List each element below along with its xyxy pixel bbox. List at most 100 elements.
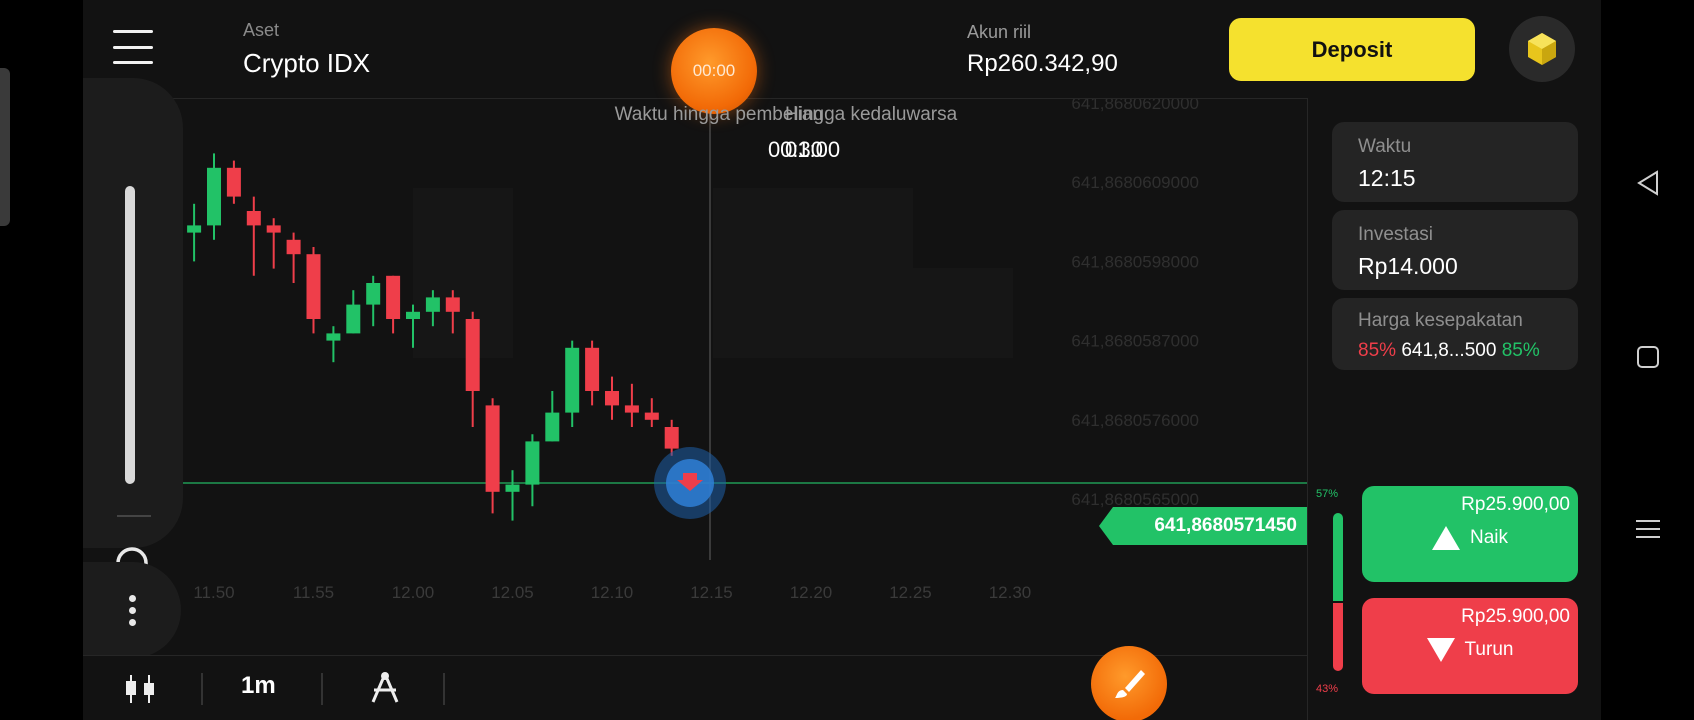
investment-card[interactable]: Investasi Rp14.000 [1332, 210, 1578, 290]
up-trade-button[interactable]: Rp25.900,00 Naik [1362, 486, 1578, 582]
candle [565, 340, 580, 427]
zoom-slider[interactable] [125, 186, 135, 484]
candle [187, 203, 202, 262]
candle [465, 311, 480, 427]
sentiment-down-bar [1333, 603, 1343, 671]
investment-label: Investasi [1358, 224, 1433, 245]
candle-body [226, 167, 241, 197]
countdown-timer: 00:00 [671, 28, 757, 114]
down-payout-amount: Rp25.900,00 [1461, 606, 1570, 627]
strike-up-percent: 85% [1501, 340, 1540, 361]
chart-bg-panel [713, 268, 813, 358]
candle-body [624, 405, 639, 413]
y-tick-label: 641,8680598000 [1071, 252, 1199, 271]
candle [545, 391, 560, 442]
chart-bg-panel [413, 268, 513, 358]
candle-body [187, 225, 202, 233]
arrow-up-icon [1431, 526, 1460, 550]
x-tick-label: 12.00 [392, 583, 435, 602]
candle-body [306, 254, 321, 319]
candle [366, 275, 381, 327]
candle [525, 434, 540, 507]
rail-divider [117, 515, 151, 517]
time-value: 12:15 [1358, 165, 1416, 191]
candle [644, 398, 659, 427]
time-card[interactable]: Waktu 12:15 [1332, 122, 1578, 202]
home-icon[interactable] [1625, 334, 1671, 380]
deposit-button[interactable]: Deposit [1229, 18, 1475, 81]
candle-body [445, 297, 460, 312]
candle-body [326, 333, 341, 341]
candle [624, 383, 639, 427]
candle-body [346, 304, 361, 334]
timeframe-selector[interactable]: 1m [241, 672, 276, 700]
back-icon[interactable] [1625, 160, 1671, 206]
candle-body [545, 412, 560, 442]
trading-app: 641,8680620000 641,8680609000 641,86805980… [83, 0, 1601, 720]
expiry-time-label: Hingga kedaluwarsa [785, 104, 958, 125]
asset-label: Aset [243, 20, 280, 40]
candle [585, 340, 600, 406]
paint-brush-icon[interactable] [1091, 646, 1167, 720]
x-tick-label: 12.20 [790, 583, 833, 602]
candle [246, 196, 261, 276]
down-trade-button[interactable]: Rp25.900,00 Turun [1362, 598, 1578, 694]
investment-value: Rp14.000 [1358, 253, 1458, 279]
candle-body [644, 412, 659, 420]
candle-body [386, 275, 401, 319]
candle [346, 290, 361, 334]
candle-body [266, 225, 281, 233]
purchase-time-value: 00:30 [767, 137, 823, 162]
sentiment-down-percent: 43% [1316, 683, 1339, 695]
toolbar-separator [201, 673, 203, 705]
phone-side-edge [0, 68, 10, 226]
x-tick-label: 12.10 [591, 583, 634, 602]
toolbar-separator [443, 673, 445, 705]
x-tick-label: 12.05 [491, 583, 534, 602]
strike-price-row: 85% 641,8...500 85% [1358, 340, 1540, 362]
candle [485, 398, 500, 514]
chart-bg-panel [413, 188, 513, 268]
candle [207, 153, 221, 240]
candle-body [585, 347, 600, 391]
current-price-tag: 641,8680571450 [1099, 507, 1307, 545]
expiry-time-value: 01:00 [785, 137, 841, 162]
hexagon-badge-icon [1528, 33, 1556, 65]
x-tick-label: 12.25 [889, 583, 932, 602]
candle-body [366, 283, 381, 305]
chart-bg-panel [813, 188, 913, 268]
strike-price-card[interactable]: Harga kesepakatan 85% 641,8...500 85% [1332, 298, 1578, 370]
sentiment-up-percent: 57% [1316, 488, 1339, 500]
y-tick-label: 641,8680620000 [1071, 98, 1199, 113]
asset-selector[interactable]: Crypto IDX [243, 48, 370, 79]
candle [505, 470, 520, 521]
candle-body [406, 311, 420, 319]
recents-icon[interactable] [1625, 506, 1671, 552]
x-tick-label: 12.15 [690, 583, 733, 602]
candle-body [525, 441, 540, 485]
up-label-row: Naik [1362, 526, 1578, 550]
account-type-label[interactable]: Akun riil [967, 22, 1031, 43]
android-navigation-bar [1601, 0, 1694, 720]
candle-body [565, 347, 580, 413]
price-chart[interactable]: 641,8680620000 641,8680609000 641,86805980… [83, 98, 1307, 663]
chart-bg-panel [813, 268, 913, 358]
account-balance[interactable]: Rp260.342,90 [967, 50, 1118, 78]
drawing-tools-icon[interactable] [368, 670, 402, 706]
candle [326, 326, 341, 363]
menu-icon[interactable] [113, 30, 153, 64]
chart-type-icon[interactable] [123, 673, 157, 705]
up-label: Naik [1469, 527, 1508, 548]
arrow-down-icon [1426, 638, 1455, 662]
candle-body [425, 297, 440, 312]
countdown-value: 00:00 [692, 61, 736, 80]
more-options-icon[interactable] [83, 562, 181, 658]
y-tick-label: 641,8680609000 [1071, 173, 1199, 192]
down-label: Turun [1464, 639, 1514, 660]
toolbar-separator [321, 673, 323, 705]
candle [226, 160, 241, 204]
profile-avatar[interactable] [1509, 16, 1575, 82]
down-label-row: Turun [1362, 638, 1578, 662]
brush-glyph [1115, 670, 1145, 698]
strike-down-percent: 85% [1358, 340, 1397, 361]
